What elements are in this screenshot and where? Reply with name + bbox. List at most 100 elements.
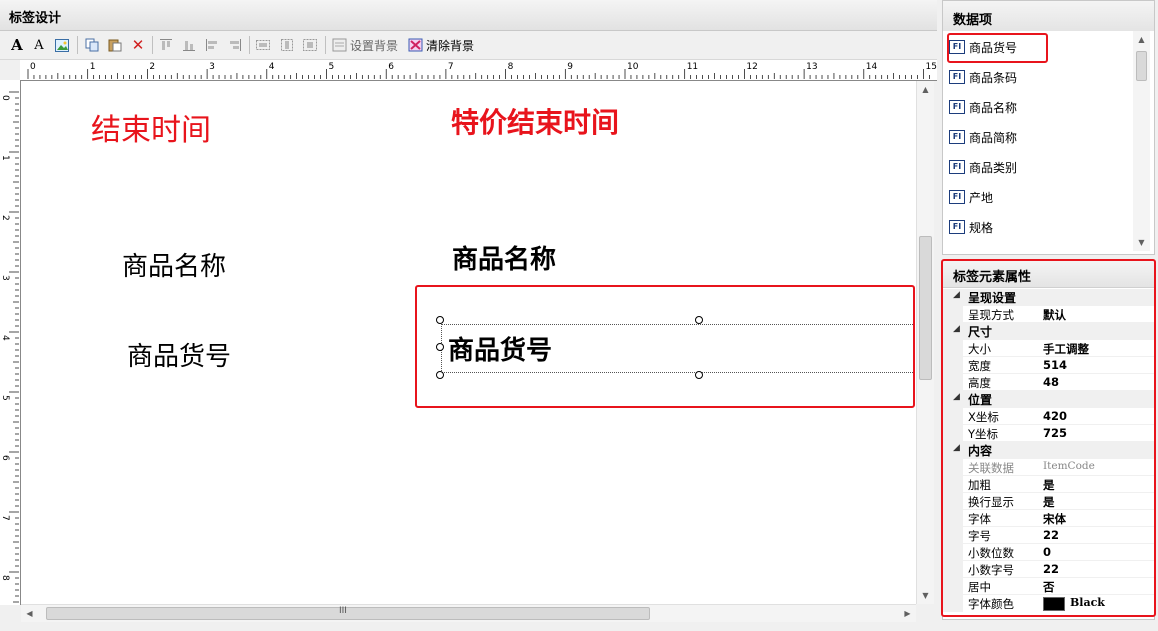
align-left-button[interactable] xyxy=(204,36,220,54)
scroll-up-arrow-icon[interactable]: ▲ xyxy=(1133,31,1150,48)
horizontal-ruler: 0 1 2 3 4 5 6 7 8 9 10 11 12 13 14 15 xyxy=(20,60,937,81)
align-top-button[interactable] xyxy=(158,36,174,54)
ruler-label: 4 xyxy=(269,62,275,72)
paste-button[interactable] xyxy=(107,36,123,54)
highlight-annotation-box xyxy=(415,285,915,408)
field-icon: FI xyxy=(949,130,965,144)
ruler-label: 2 xyxy=(0,215,10,221)
clear-background-button[interactable]: 清除背景 xyxy=(407,36,474,54)
ruler-label: 8 xyxy=(0,575,10,581)
ruler-label: 3 xyxy=(209,62,215,72)
align-bottom-button[interactable] xyxy=(181,36,197,54)
ruler-label: 11 xyxy=(687,62,698,72)
ruler-label: 6 xyxy=(388,62,394,72)
same-width-button[interactable] xyxy=(255,36,271,54)
vertical-scroll-thumb[interactable] xyxy=(919,236,932,380)
ruler-label: 1 xyxy=(0,155,10,161)
same-width-icon xyxy=(255,37,271,53)
image-icon xyxy=(54,37,70,53)
align-right-button[interactable] xyxy=(227,36,243,54)
ruler-label: 2 xyxy=(149,62,155,72)
data-item[interactable]: FI 产地 xyxy=(949,187,993,207)
delete-x-icon: ✕ xyxy=(131,36,145,54)
ruler-label: 7 xyxy=(448,62,454,72)
text-a-icon: A xyxy=(11,36,23,54)
ruler-corner xyxy=(0,60,20,80)
ruler-label: 14 xyxy=(866,62,878,72)
clear-background-icon xyxy=(407,37,423,53)
label-special-end-time[interactable]: 特价结束时间 xyxy=(451,101,619,141)
field-icon: FI xyxy=(949,190,965,204)
data-item-label: 商品简称 xyxy=(969,130,1018,145)
align-top-icon xyxy=(158,37,174,53)
delete-button[interactable]: ✕ xyxy=(130,36,146,54)
clear-background-label: 清除背景 xyxy=(426,38,475,53)
data-item-label: 规格 xyxy=(969,220,994,235)
data-item[interactable]: FI 商品名称 xyxy=(949,97,1017,117)
ruler-label: 1 xyxy=(90,62,96,72)
data-item-label: 商品名称 xyxy=(969,100,1018,115)
field-icon: FI xyxy=(949,70,965,84)
field-icon: FI xyxy=(949,160,965,174)
paste-icon xyxy=(107,37,123,53)
copy-icon xyxy=(84,37,100,53)
scroll-down-arrow-icon[interactable]: ▼ xyxy=(1133,234,1150,251)
data-item-label: 产地 xyxy=(969,190,994,205)
ruler-label: 5 xyxy=(0,395,10,401)
scroll-right-arrow-icon[interactable]: ▶ xyxy=(899,605,916,622)
same-height-icon xyxy=(279,37,295,53)
set-background-icon xyxy=(331,37,347,53)
align-left-icon xyxy=(204,37,220,53)
highlight-annotation-box xyxy=(941,259,1156,617)
label-product-code-left[interactable]: 商品货号 xyxy=(127,336,231,373)
scroll-left-arrow-icon[interactable]: ◀ xyxy=(21,605,38,622)
same-size-icon xyxy=(302,37,318,53)
copy-button[interactable] xyxy=(84,36,100,54)
same-height-button[interactable] xyxy=(279,36,295,54)
data-item-label: 商品类别 xyxy=(969,160,1018,175)
field-icon: FI xyxy=(949,220,965,234)
data-items-scroll-thumb[interactable] xyxy=(1136,51,1147,81)
data-items-panel: 数据项 FI 商品货号 FI 商品条码 FI 商品名称 FI 商品简称 FI 商品类别 F… xyxy=(942,0,1155,255)
label-product-name-left[interactable]: 商品名称 xyxy=(122,246,226,283)
align-bottom-icon xyxy=(181,37,197,53)
designer-title-bar: 标签设计 xyxy=(0,0,937,31)
label-canvas[interactable]: 结束时间 特价结束时间 商品名称 商品名称 商品货号 商品货号 xyxy=(21,81,916,604)
ruler-label: 3 xyxy=(0,275,10,281)
data-items-scrollbar[interactable]: ▲ ▼ xyxy=(1133,31,1150,251)
add-text-button[interactable]: A xyxy=(9,36,25,54)
set-background-button[interactable]: 设置背景 xyxy=(331,36,398,54)
ruler-label: 6 xyxy=(0,455,10,461)
vertical-scrollbar[interactable]: ▲ ▼ xyxy=(916,81,934,604)
scroll-down-arrow-icon[interactable]: ▼ xyxy=(917,587,934,604)
scroll-grip: III xyxy=(339,606,347,616)
text-style-icon: A xyxy=(34,37,44,53)
highlight-annotation-box xyxy=(947,33,1048,63)
ruler-label: 10 xyxy=(627,62,639,72)
data-item[interactable]: FI 商品类别 xyxy=(949,157,1017,177)
ruler-label: 0 xyxy=(30,62,36,72)
vertical-ruler: 0 1 2 3 4 5 6 7 8 xyxy=(0,80,21,605)
ruler-label: 0 xyxy=(0,95,10,101)
ruler-label: 8 xyxy=(508,62,514,72)
align-right-icon xyxy=(227,37,243,53)
label-product-name-right[interactable]: 商品名称 xyxy=(452,239,556,276)
add-image-button[interactable] xyxy=(54,36,70,54)
ruler-label: 12 xyxy=(746,62,757,72)
same-size-button[interactable] xyxy=(302,36,318,54)
horizontal-scrollbar[interactable]: ◀ III ▶ xyxy=(21,604,916,622)
data-item-label: 商品条码 xyxy=(969,70,1018,85)
data-item[interactable]: FI 商品简称 xyxy=(949,127,1017,147)
add-text-style-button[interactable]: A xyxy=(31,36,47,54)
data-items-header: 数据项 xyxy=(943,1,1154,31)
data-item[interactable]: FI 规格 xyxy=(949,217,993,237)
label-end-time[interactable]: 结束时间 xyxy=(91,105,211,149)
field-icon: FI xyxy=(949,100,965,114)
ruler-label: 9 xyxy=(567,62,573,72)
designer-toolbar: A A ✕ 设置背景 清除背景 xyxy=(0,31,937,60)
scroll-up-arrow-icon[interactable]: ▲ xyxy=(917,81,934,98)
set-background-label: 设置背景 xyxy=(350,38,399,53)
element-properties-panel: 标签元素属性 ◢ 呈现设置 呈现方式 默认 ◢ 尺寸 大小 手工调整 宽度 514 高度 4… xyxy=(941,259,1156,620)
data-item[interactable]: FI 商品条码 xyxy=(949,67,1017,87)
horizontal-scroll-thumb[interactable]: III xyxy=(46,606,650,620)
